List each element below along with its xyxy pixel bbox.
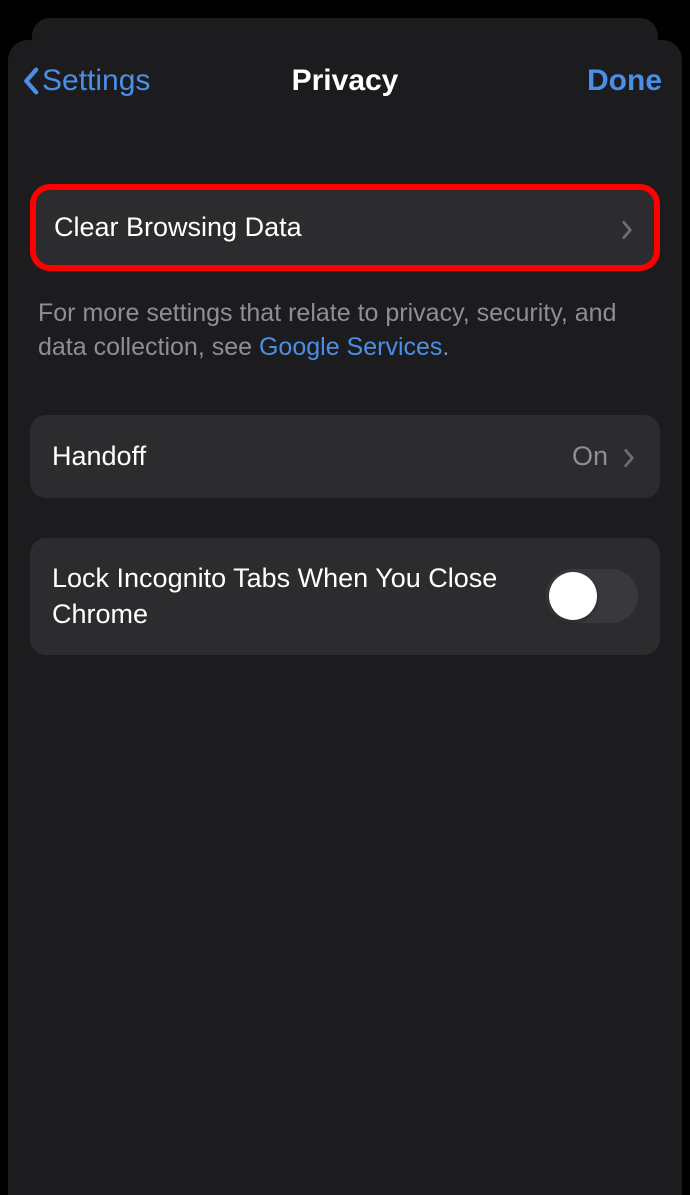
done-button[interactable]: Done [587, 64, 662, 98]
chevron-left-icon [20, 65, 40, 97]
handoff-label: Handoff [52, 439, 572, 474]
clear-browsing-data-label: Clear Browsing Data [54, 210, 620, 245]
footer-text-suffix: . [442, 333, 449, 361]
lock-incognito-row: Lock Incognito Tabs When You Close Chrom… [30, 538, 660, 655]
content-area: Clear Browsing Data For more settings th… [8, 120, 682, 655]
modal-sheet: Settings Privacy Done Clear Browsing Dat… [8, 40, 682, 1195]
row-trailing [620, 217, 636, 239]
row-trailing: On [572, 441, 638, 472]
back-button[interactable]: Settings [20, 64, 150, 98]
google-services-link[interactable]: Google Services [259, 333, 442, 361]
handoff-row[interactable]: Handoff On [30, 415, 660, 498]
chevron-right-icon [620, 217, 636, 239]
section-footer: For more settings that relate to privacy… [30, 271, 660, 365]
clear-browsing-data-row[interactable]: Clear Browsing Data [30, 184, 660, 271]
lock-incognito-label: Lock Incognito Tabs When You Close Chrom… [52, 560, 546, 633]
back-label: Settings [42, 64, 150, 98]
handoff-value: On [572, 441, 608, 472]
chevron-right-icon [622, 445, 638, 467]
lock-incognito-toggle[interactable] [546, 569, 638, 623]
toggle-knob [549, 572, 597, 620]
nav-bar: Settings Privacy Done [8, 40, 682, 120]
